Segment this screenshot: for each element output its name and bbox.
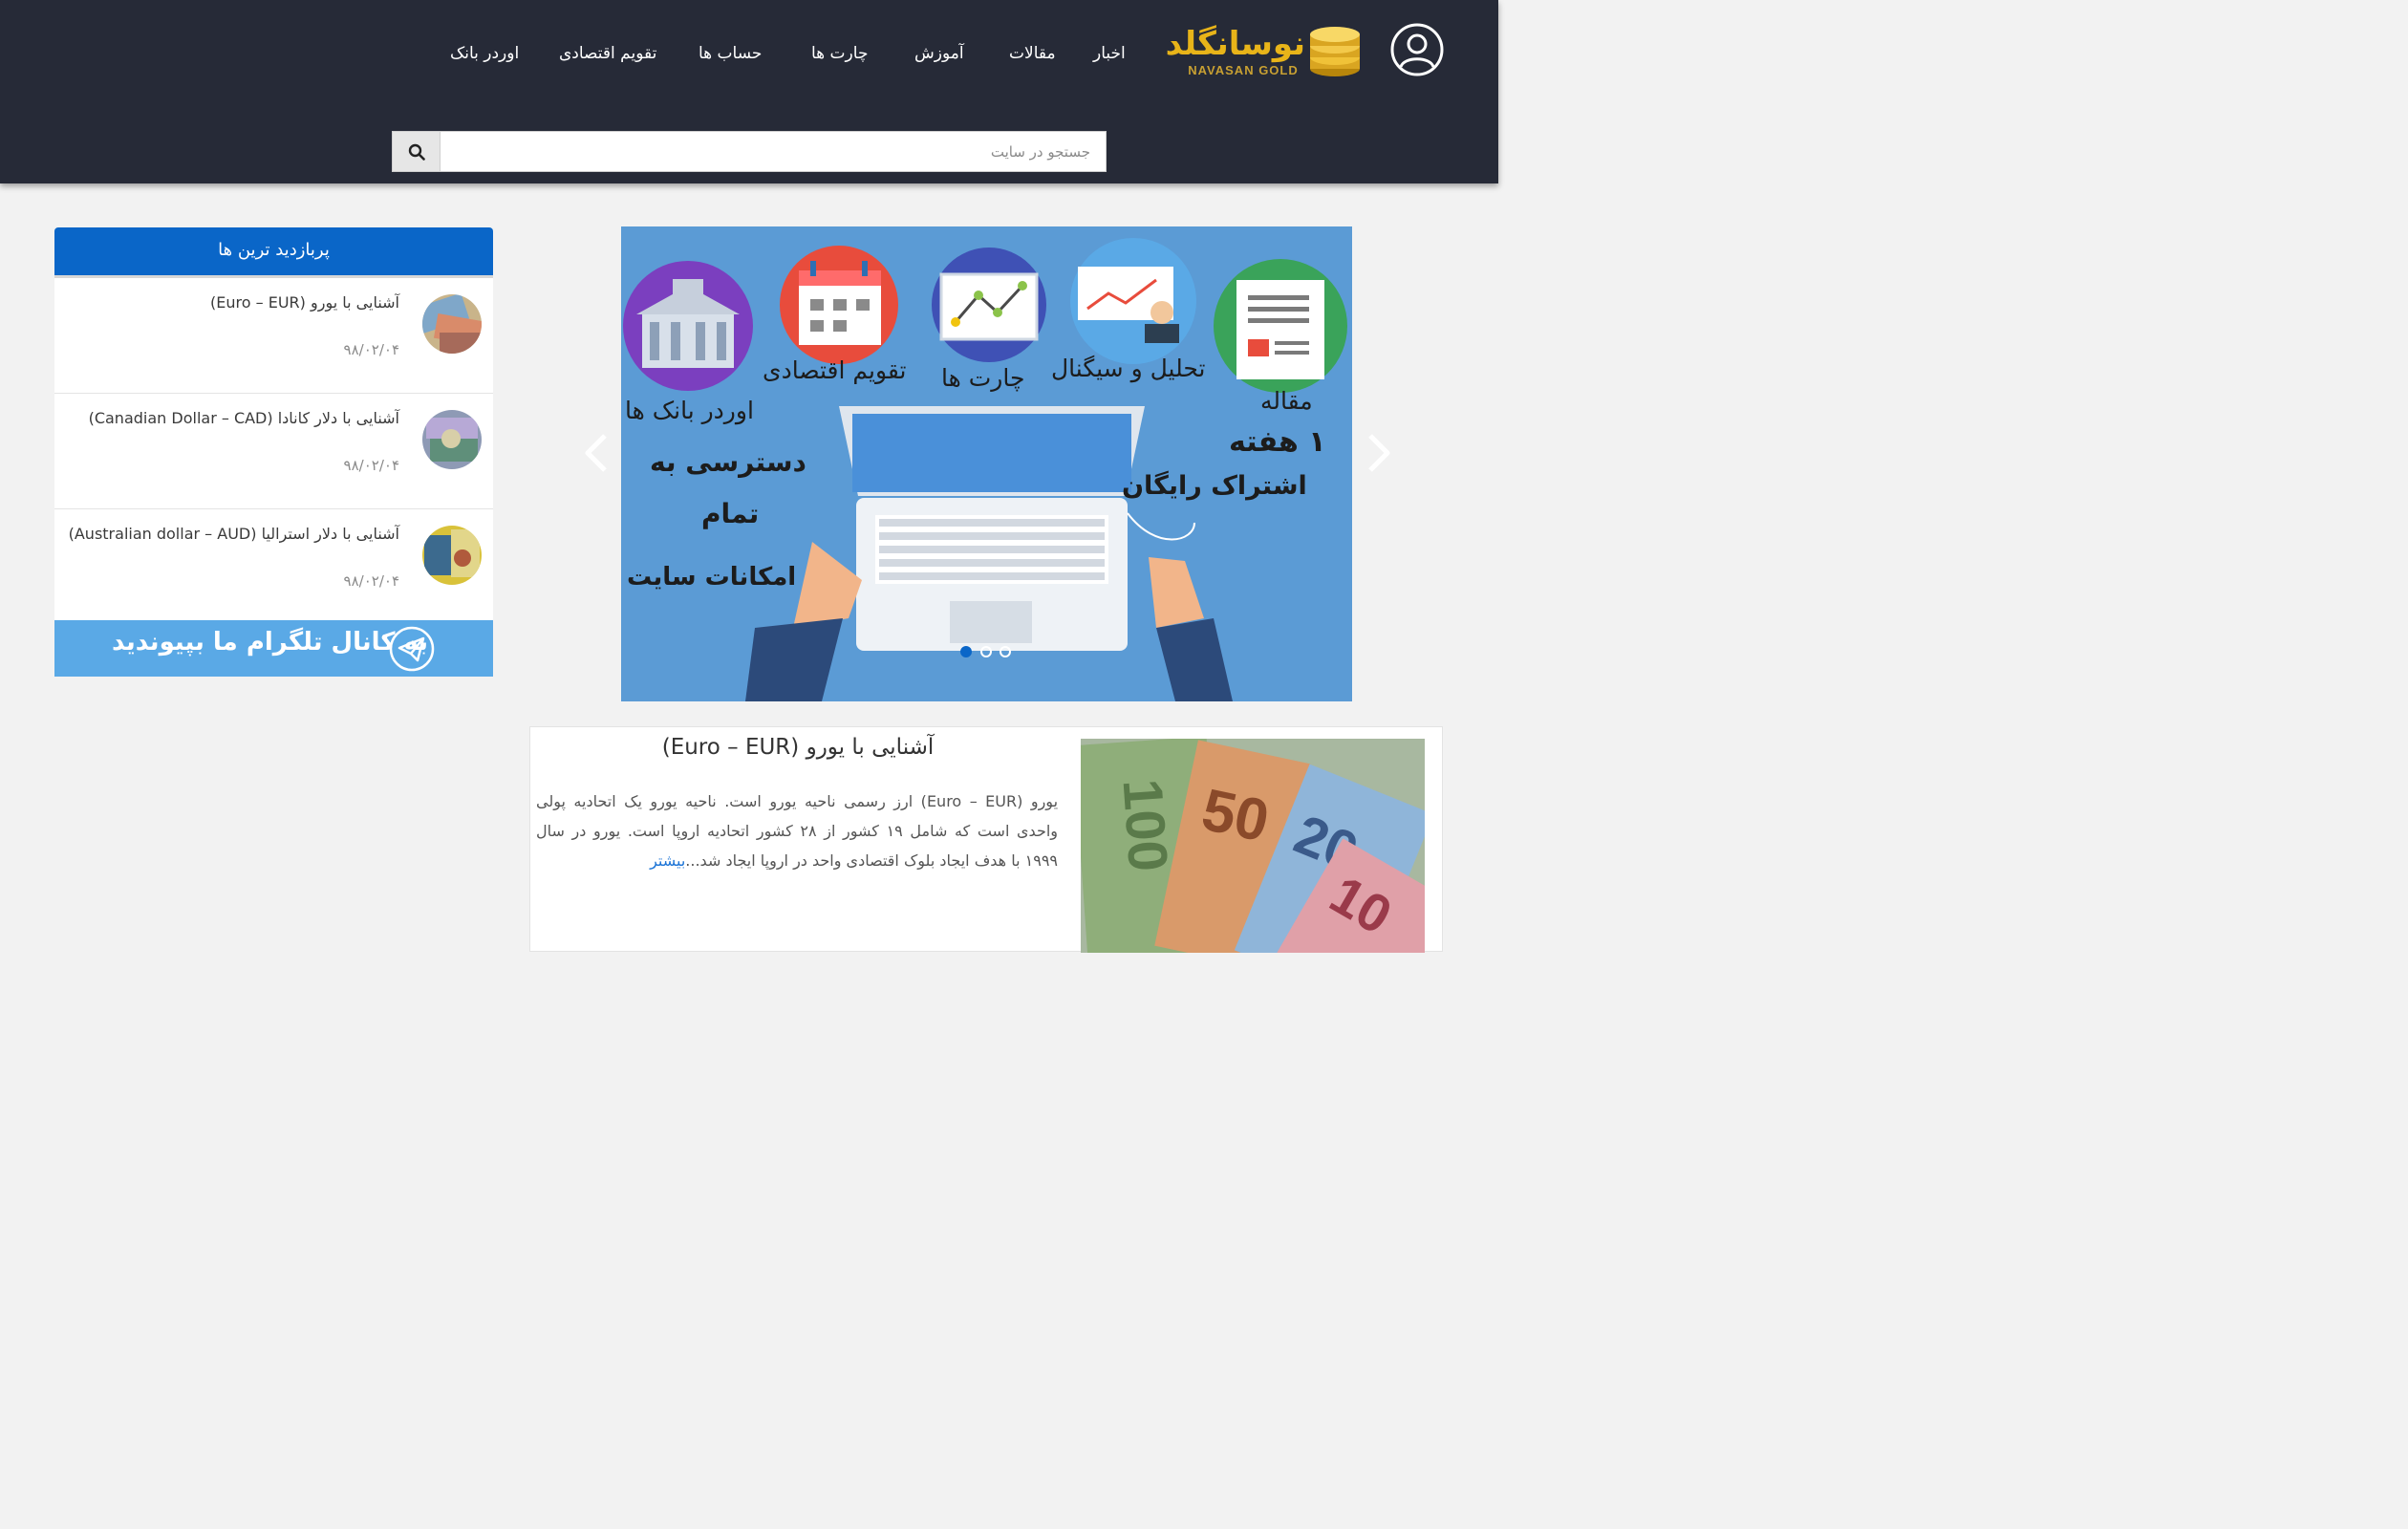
popular-sidebar: پربازدید ترین ها آشنایی با یورو (Euro – … — [54, 227, 493, 625]
sidebar-item-title[interactable]: آشنایی با دلار کانادا (Canadian Dollar –… — [89, 409, 399, 427]
logo-subtext: NAVASAN GOLD — [1188, 63, 1299, 77]
read-more-link[interactable]: بیشتر — [650, 851, 685, 870]
user-account-icon[interactable] — [1390, 23, 1444, 76]
euro-banknotes-image: 100 50 20 10 — [1081, 739, 1425, 953]
search-button[interactable] — [393, 132, 441, 171]
nav-charts[interactable]: چارت ها — [811, 40, 868, 67]
site-header: نوسانگلد NAVASAN GOLD اخبار مقالات آموزش… — [0, 0, 1498, 183]
site-logo[interactable]: نوسانگلد NAVASAN GOLD — [1162, 21, 1365, 80]
slider-next-arrow-icon[interactable] — [1365, 432, 1393, 474]
slide-label-calendar: تقویم اقتصادی — [763, 356, 907, 384]
list-item[interactable]: آشنایی با دلار استرالیا (Australian doll… — [54, 509, 493, 625]
promo-free-subscription: اشتراک رایگان — [1122, 471, 1307, 501]
promo-week: ۱ هفته — [1229, 425, 1326, 459]
promo-access-line3: امکانات سایت — [627, 563, 797, 592]
promo-access-line1: دسترسی به — [650, 446, 806, 478]
article-title[interactable]: آشنایی با یورو (Euro – EUR) — [530, 735, 1065, 760]
nav-bank-orders[interactable]: اوردر بانک — [450, 40, 519, 67]
featured-article: 100 50 20 10 آشنایی با یورو (Euro – EUR)… — [529, 726, 1443, 953]
sidebar-item-title[interactable]: آشنایی با یورو (Euro – EUR) — [210, 293, 399, 312]
nav-economic-calendar[interactable]: تقویم اقتصادی — [559, 40, 656, 67]
banknote-50-label: 50 — [1196, 777, 1275, 855]
slider-prev-arrow-icon[interactable] — [582, 432, 611, 474]
slider-dot-3[interactable] — [1000, 646, 1011, 657]
sidebar-item-date: ۹۸/۰۲/۰۴ — [343, 341, 399, 358]
sidebar-item-title[interactable]: آشنایی با دلار استرالیا (Australian doll… — [69, 525, 399, 543]
list-item[interactable]: آشنایی با دلار کانادا (Canadian Dollar –… — [54, 394, 493, 509]
logo-text: نوسانگلد — [1165, 25, 1305, 63]
slide-label-bank: اوردر بانک ها — [625, 397, 754, 424]
nav-accounts[interactable]: حساب ها — [699, 40, 762, 67]
nav-news[interactable]: اخبار — [1093, 40, 1126, 67]
search-bar — [392, 131, 1107, 172]
article-body-text: یورو (Euro – EUR) ارز رسمی ناحیه یورو اس… — [536, 792, 1059, 870]
nav-education[interactable]: آموزش — [914, 40, 964, 67]
list-item[interactable]: آشنایی با یورو (Euro – EUR) ۹۸/۰۲/۰۴ — [54, 278, 493, 394]
nav-articles[interactable]: مقالات — [1009, 40, 1056, 67]
promo-slider[interactable]: مقاله تحلیل و سیگنال چارت ها تقویم اقتصا… — [621, 226, 1352, 701]
banknote-100-label: 100 — [1111, 777, 1180, 873]
euro-banknote-thumbnail — [422, 294, 482, 354]
gold-coins-icon — [1310, 27, 1360, 76]
sidebar-item-date: ۹۸/۰۲/۰۴ — [343, 457, 399, 474]
search-input[interactable] — [441, 132, 1106, 171]
search-icon — [408, 143, 425, 161]
slider-dot-2[interactable] — [980, 646, 992, 657]
slide-label-article: مقاله — [1260, 387, 1313, 415]
slide-label-analysis: تحلیل و سیگنال — [1051, 355, 1206, 382]
promo-access-line2: تمام — [701, 498, 760, 529]
telegram-banner[interactable]: به کانال تلگرام ما بپیوندید — [54, 620, 493, 677]
australian-dollar-thumbnail — [422, 526, 482, 585]
article-excerpt: یورو (Euro – EUR) ارز رسمی ناحیه یورو اس… — [536, 786, 1058, 875]
sidebar-item-date: ۹۸/۰۲/۰۴ — [343, 572, 399, 590]
slide-label-charts: چارت ها — [941, 364, 1025, 392]
slider-dot-1[interactable] — [960, 646, 972, 657]
canadian-dollar-thumbnail — [422, 410, 482, 469]
sidebar-title: پربازدید ترین ها — [54, 227, 493, 278]
telegram-label: به کانال تلگرام ما بپیوندید — [112, 628, 429, 657]
